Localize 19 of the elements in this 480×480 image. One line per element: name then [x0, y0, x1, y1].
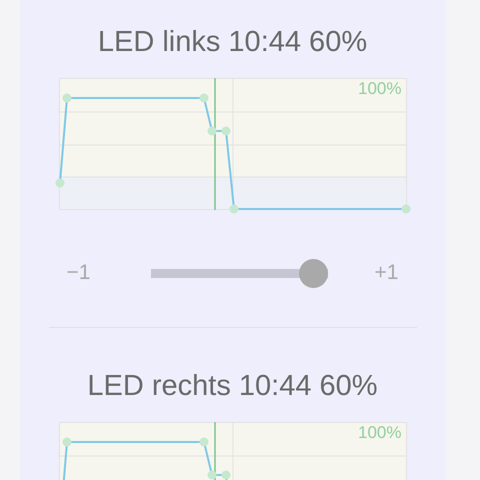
data-point [221, 470, 230, 480]
slider-thumb[interactable] [298, 258, 328, 288]
data-point [401, 204, 410, 214]
data-point [207, 126, 216, 136]
data-point [62, 94, 71, 102]
data-point [55, 178, 64, 188]
data-point [229, 204, 238, 214]
data-point [62, 438, 71, 446]
section-title: LED rechts 10:44 60% [87, 369, 378, 404]
data-point [207, 470, 216, 480]
time-marker-line [214, 422, 216, 480]
max-value-label: 100% [358, 423, 402, 443]
max-value-label: 100% [358, 79, 402, 99]
data-point [221, 126, 230, 136]
max-label: +1 [374, 261, 400, 285]
data-point [199, 94, 208, 102]
min-label: −1 [66, 261, 92, 285]
section-title: LED links 10:44 60% [98, 25, 368, 60]
data-point [199, 438, 208, 446]
